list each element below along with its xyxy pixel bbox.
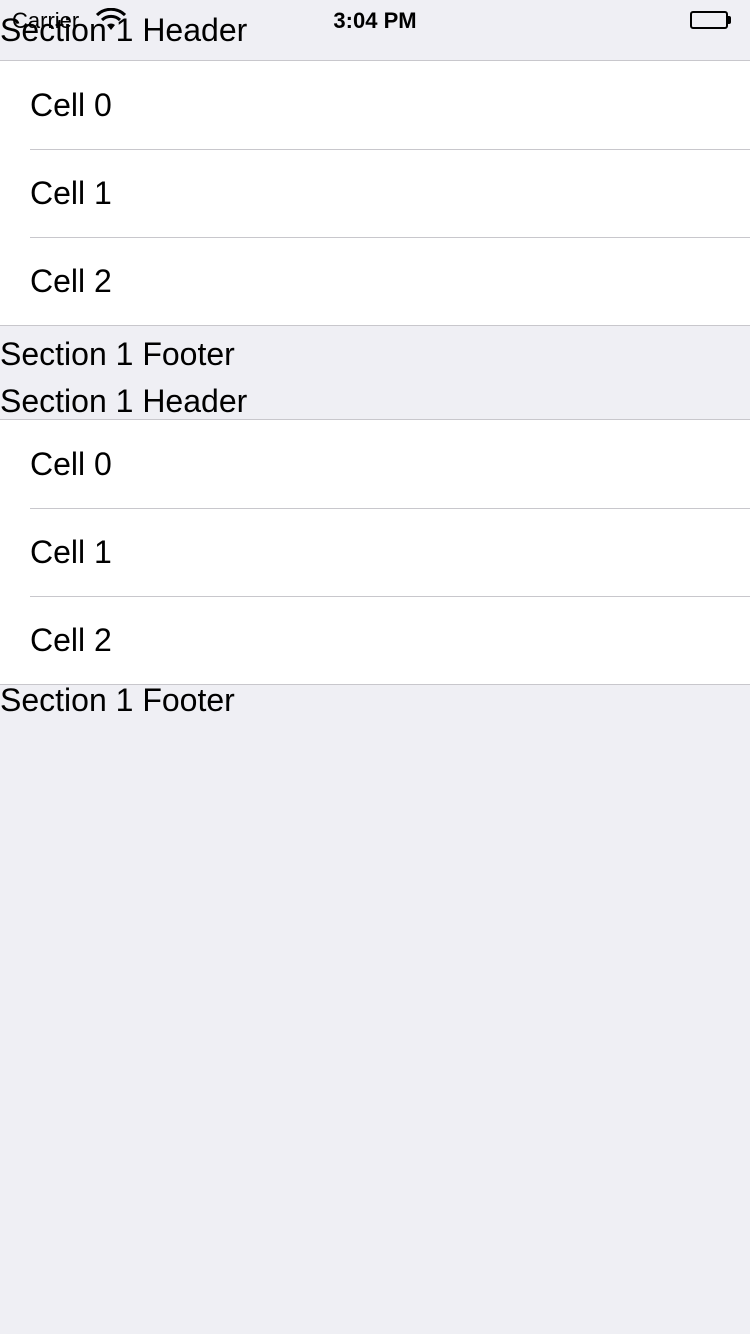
- cell-label: Cell 0: [30, 87, 112, 123]
- section-cells: Cell 0 Cell 1 Cell 2: [0, 419, 750, 685]
- cell-label: Cell 1: [30, 175, 112, 211]
- table-cell[interactable]: Cell 0: [0, 61, 750, 149]
- section-cells: Cell 0 Cell 1 Cell 2: [0, 60, 750, 326]
- table-cell[interactable]: Cell 2: [0, 596, 750, 684]
- cell-label: Cell 1: [30, 534, 112, 570]
- section-footer: Section 1 Footer: [0, 682, 235, 718]
- battery-icon: [690, 11, 732, 29]
- cell-label: Cell 2: [30, 622, 112, 658]
- cell-label: Cell 0: [30, 446, 112, 482]
- table-cell[interactable]: Cell 1: [0, 508, 750, 596]
- status-bar: Carrier 3:04 PM: [0, 0, 750, 40]
- section-footer: Section 1 Footer: [0, 336, 235, 372]
- cell-label: Cell 2: [30, 263, 112, 299]
- table-cell[interactable]: Cell 1: [0, 149, 750, 237]
- table-cell[interactable]: Cell 2: [0, 237, 750, 325]
- status-time: 3:04 PM: [333, 8, 417, 33]
- table-cell[interactable]: Cell 0: [0, 420, 750, 508]
- section-header: Section 1 Header: [0, 383, 248, 419]
